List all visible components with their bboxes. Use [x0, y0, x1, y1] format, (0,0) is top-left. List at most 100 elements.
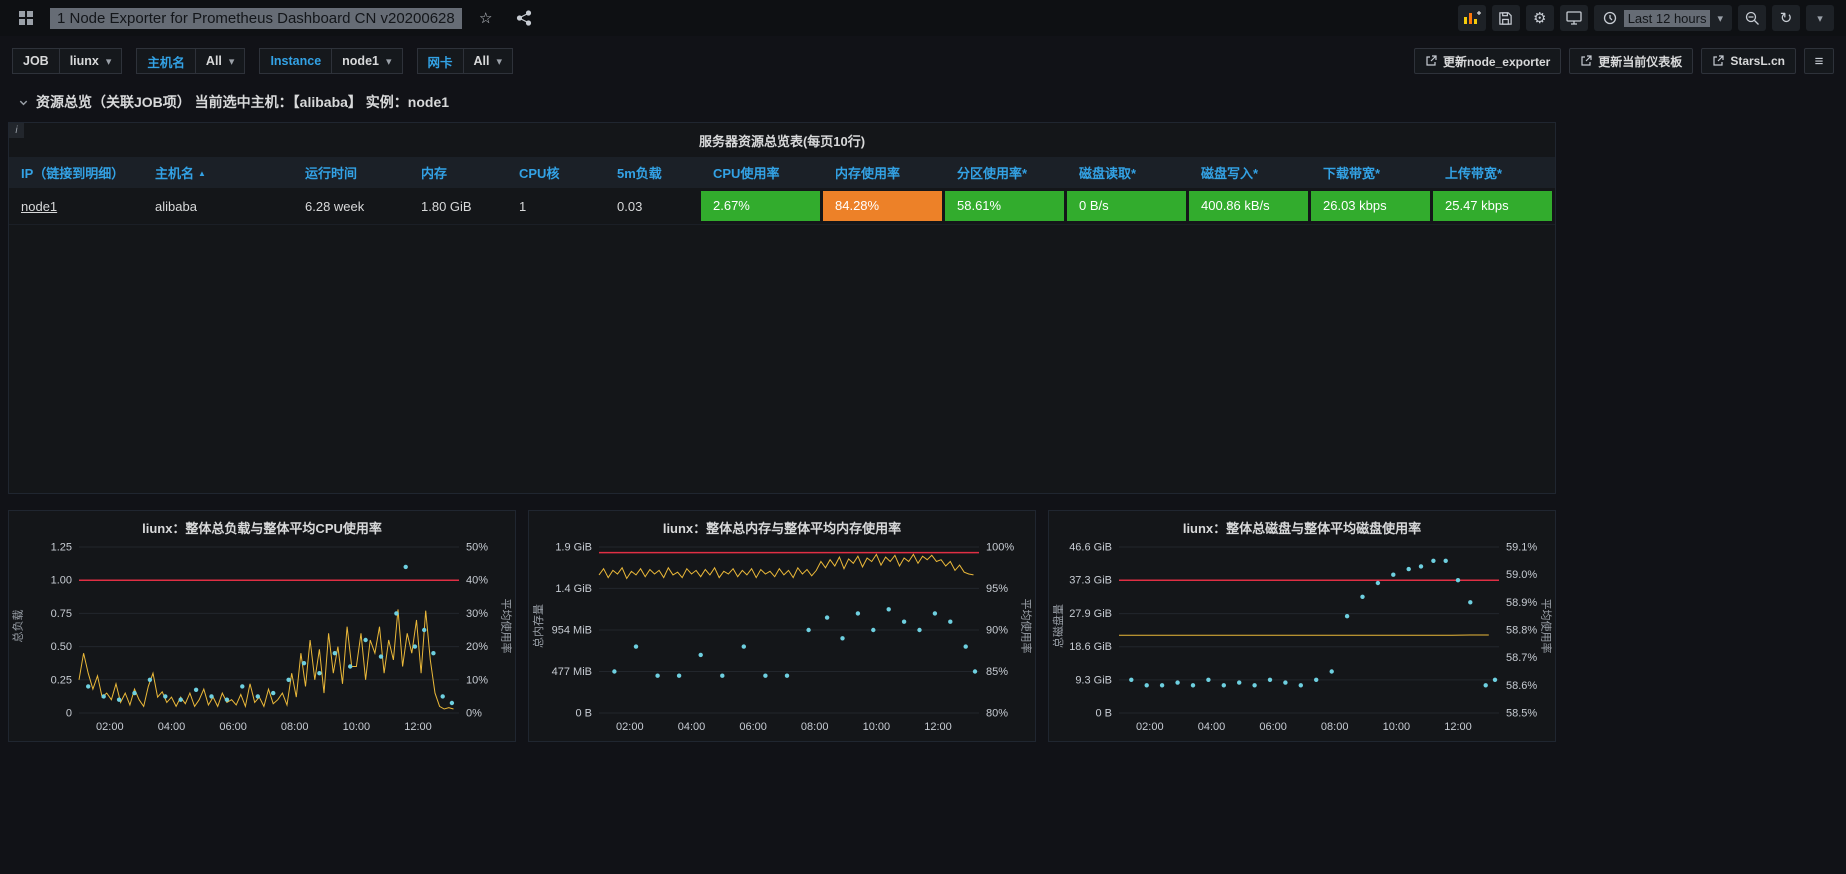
- share-icon[interactable]: [510, 5, 538, 31]
- zoom-out-button[interactable]: [1738, 5, 1766, 31]
- column-header-uptime[interactable]: 运行时间: [293, 157, 409, 188]
- chevron-down-icon: ▾: [385, 55, 392, 68]
- variable-hostname-dropdown[interactable]: All ▾: [194, 48, 246, 74]
- variable-nic: 网卡 All ▾: [416, 48, 514, 74]
- svg-text:58.5%: 58.5%: [1506, 708, 1537, 720]
- column-header-memory[interactable]: 内存: [409, 157, 507, 188]
- svg-text:12:00: 12:00: [404, 721, 432, 733]
- chevron-down-icon: ▾: [228, 55, 235, 68]
- cycle-view-button[interactable]: [1559, 5, 1588, 31]
- svg-text:02:00: 02:00: [1136, 721, 1164, 733]
- save-dashboard-button[interactable]: [1491, 5, 1520, 31]
- time-range-label: Last 12 hours: [1623, 9, 1711, 27]
- table-panel-title[interactable]: 服务器资源总览表(每页10行): [9, 123, 1555, 157]
- update-dashboard-link[interactable]: 更新当前仪表板: [1569, 48, 1694, 74]
- hostname-cell: alibaba: [143, 188, 293, 225]
- svg-text:04:00: 04:00: [678, 721, 706, 733]
- time-range-picker[interactable]: Last 12 hours ▾: [1593, 5, 1732, 31]
- svg-text:90%: 90%: [986, 625, 1008, 637]
- charts-row: liunx：整体总负载与整体平均CPU使用率 总负载 平均使用率 0 0.25 0.…: [8, 510, 1556, 742]
- chevron-down-icon: ▾: [496, 55, 503, 68]
- column-header-upload-bw[interactable]: 上传带宽*: [1433, 157, 1555, 188]
- server-overview-table-panel: i 服务器资源总览表(每页10行) IP（链接到明细） 主机名 ▲ 运行时间 内存…: [8, 122, 1556, 494]
- svg-text:0.25: 0.25: [51, 674, 72, 686]
- dashboard-settings-button[interactable]: ⚙: [1525, 5, 1554, 31]
- svg-text:02:00: 02:00: [616, 721, 644, 733]
- chart-plot[interactable]: 0 B 9.3 GiB 18.6 GiB 27.9 GiB 37.3 GiB 46.6 G…: [1049, 539, 1555, 737]
- variable-hostname: 主机名 All ▾: [136, 48, 246, 74]
- column-header-cpu-usage[interactable]: CPU使用率: [701, 157, 823, 188]
- svg-text:10:00: 10:00: [1383, 721, 1411, 733]
- external-link-icon: [1713, 55, 1724, 66]
- variable-instance-dropdown[interactable]: node1 ▾: [331, 48, 403, 74]
- svg-text:06:00: 06:00: [219, 721, 247, 733]
- chart-plot[interactable]: 0 B 477 MiB 954 MiB 1.4 GiB 1.9 GiB 80% 85% 90%…: [529, 539, 1035, 737]
- svg-text:27.9 GiB: 27.9 GiB: [1069, 608, 1112, 620]
- chart-title[interactable]: liunx：整体总内存与整体平均内存使用率: [529, 518, 1035, 537]
- refresh-interval-dropdown[interactable]: ▾: [1806, 5, 1834, 31]
- panel-menu-button[interactable]: ≡: [1804, 48, 1834, 74]
- column-header-disk-write[interactable]: 磁盘写入*: [1189, 157, 1311, 188]
- svg-text:0.50: 0.50: [51, 641, 72, 653]
- svg-text:0 B: 0 B: [575, 708, 592, 720]
- svg-text:04:00: 04:00: [1198, 721, 1226, 733]
- column-header-mem-usage[interactable]: 内存使用率: [823, 157, 945, 188]
- chart-title[interactable]: liunx：整体总磁盘与整体平均磁盘使用率: [1049, 518, 1555, 537]
- load-cpu-chart-panel: liunx：整体总负载与整体平均CPU使用率 总负载 平均使用率 0 0.25 0.…: [8, 510, 516, 742]
- refresh-icon: ↻: [1779, 10, 1793, 27]
- refresh-button[interactable]: ↻: [1772, 5, 1800, 31]
- cpu-usage-cell: 2.67%: [701, 191, 820, 221]
- svg-text:10:00: 10:00: [343, 721, 371, 733]
- column-header-disk-read[interactable]: 磁盘读取*: [1067, 157, 1189, 188]
- column-header-load5m[interactable]: 5m负载: [605, 157, 701, 188]
- add-panel-button[interactable]: [1457, 5, 1486, 31]
- memory-cell: 1.80 GiB: [409, 188, 507, 225]
- dashboard-area: 资源总览（关联JOB项） 当前选中主机：【alibaba】 实例：node1 i…: [8, 86, 1556, 494]
- chart-plot[interactable]: 0 0.25 0.50 0.75 1.00 1.25 0% 10% 20% 30% 40% 50% 02…: [9, 539, 515, 737]
- ip-cell: node1: [9, 188, 143, 225]
- svg-text:0 B: 0 B: [1095, 708, 1112, 720]
- svg-text:1.00: 1.00: [51, 575, 72, 587]
- left-axis-label: 总内存量: [532, 604, 545, 648]
- star-icon[interactable]: ☆: [472, 5, 500, 31]
- variable-instance-label: Instance: [259, 48, 332, 74]
- variable-instance: Instance node1 ▾: [259, 48, 403, 74]
- column-header-hostname[interactable]: 主机名 ▲: [143, 157, 293, 188]
- variable-hostname-label: 主机名: [136, 48, 195, 74]
- svg-text:08:00: 08:00: [801, 721, 829, 733]
- column-header-cpu-cores[interactable]: CPU核: [507, 157, 605, 188]
- svg-text:1.25: 1.25: [51, 542, 72, 554]
- variable-job-dropdown[interactable]: liunx ▾: [58, 48, 123, 74]
- column-header-download-bw[interactable]: 下载带宽*: [1311, 157, 1433, 188]
- hamburger-icon: ≡: [1814, 52, 1824, 70]
- chart-title[interactable]: liunx：整体总负载与整体平均CPU使用率: [9, 518, 515, 537]
- host-link[interactable]: node1: [21, 199, 57, 214]
- disk-write-cell: 400.86 kB/s: [1189, 191, 1308, 221]
- apps-grid-icon[interactable]: [12, 5, 40, 31]
- svg-text:12:00: 12:00: [1444, 721, 1472, 733]
- right-axis-label: 平均使用率: [499, 598, 512, 654]
- svg-text:40%: 40%: [466, 575, 488, 587]
- update-node-exporter-link[interactable]: 更新node_exporter: [1413, 48, 1562, 74]
- external-link-icon: [1426, 55, 1437, 66]
- cpu-cores-cell: 1: [507, 188, 605, 225]
- variable-nic-dropdown[interactable]: All ▾: [462, 48, 514, 74]
- column-header-partition-usage[interactable]: 分区使用率*: [945, 157, 1067, 188]
- svg-text:58.8%: 58.8%: [1506, 625, 1537, 637]
- table-row: node1 alibaba 6.28 week 1.80 GiB 1 0.03 …: [9, 188, 1555, 225]
- panel-info-icon[interactable]: i: [9, 123, 24, 138]
- svg-text:58.6%: 58.6%: [1506, 680, 1537, 692]
- dashboard-title[interactable]: 1 Node Exporter for Prometheus Dashboard…: [50, 7, 462, 29]
- external-link-icon: [1581, 55, 1592, 66]
- load5m-cell: 0.03: [605, 188, 701, 225]
- column-header-ip[interactable]: IP（链接到明细）: [9, 157, 143, 188]
- clock-icon: [1603, 11, 1616, 25]
- row-header-title: 资源总览（关联JOB项） 当前选中主机：【alibaba】 实例：node1: [36, 94, 450, 110]
- mem-usage-cell: 84.28%: [823, 191, 942, 221]
- starsl-cn-link[interactable]: StarsL.cn: [1701, 48, 1796, 74]
- memory-chart-panel: liunx：整体总内存与整体平均内存使用率 总内存量 平均使用率 0 B 477 …: [528, 510, 1036, 742]
- svg-text:04:00: 04:00: [158, 721, 186, 733]
- svg-text:59.0%: 59.0%: [1506, 569, 1537, 581]
- svg-text:85%: 85%: [986, 666, 1008, 678]
- row-header-resource-overview[interactable]: 资源总览（关联JOB项） 当前选中主机：【alibaba】 实例：node1: [8, 86, 1556, 118]
